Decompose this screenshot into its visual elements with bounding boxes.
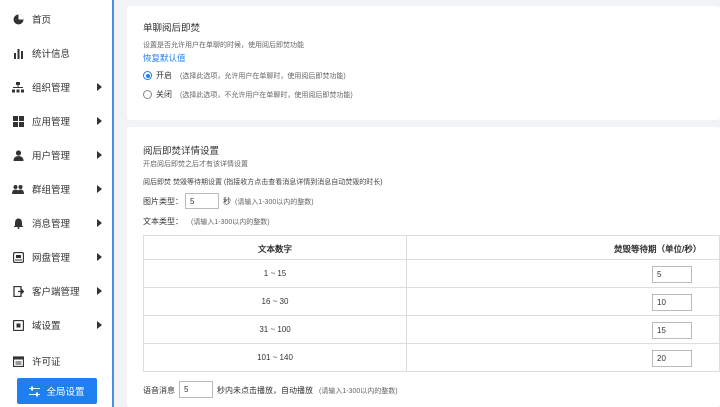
caret-right-icon (97, 287, 102, 295)
license-icon (12, 355, 24, 367)
caret-right-icon (97, 219, 102, 227)
sidebar-item-apps[interactable]: 应用管理 (0, 104, 112, 138)
reset-default-link[interactable]: 恢复默认值 (143, 52, 186, 64)
burn-detail-panel: 阅后即焚详情设置 开启阅后即焚之后才有该详情设置 阅后即焚 焚毁等待期设置 (指… (127, 127, 720, 407)
sidebar-item-label: 客户端管理 (32, 287, 80, 298)
radio-unchecked-icon (143, 90, 152, 99)
caret-right-icon (97, 185, 102, 193)
sidebar-item-label: 组织管理 (32, 83, 71, 94)
burn-detail-title: 阅后即焚详情设置 (143, 146, 220, 157)
sidebar-item-users[interactable]: 用户管理 (0, 138, 112, 172)
apps-grid-icon (12, 115, 24, 127)
user-icon (12, 149, 24, 161)
table-header: 文本数字 焚毁等待期（单位/秒） (144, 236, 719, 260)
radio-disable[interactable]: 关闭 (选择此选项，不允许用户在单聊时，使用阅后即焚功能) (143, 89, 353, 100)
range-cell: 1 ~ 15 (263, 269, 287, 278)
voice-label: 语音消息 (143, 386, 175, 395)
range-cell: 101 ~ 140 (257, 353, 293, 362)
wait-input[interactable]: 10 (652, 294, 692, 311)
sidebar-item-netdisk[interactable]: 网盘管理 (0, 240, 112, 274)
image-hint: (请输入1-300以内的整数) (235, 199, 314, 206)
image-type-label: 图片类型： (143, 197, 183, 206)
radio-enable[interactable]: 开启 (选择此选项，允许用户在单聊时，使用阅后即焚功能) (143, 70, 346, 81)
radio-enable-label: 开启 (156, 71, 172, 80)
table-row: 101 ~ 140 20 (144, 344, 719, 372)
col-header-text-count: 文本数字 (257, 244, 292, 254)
voice-suffix: 秒内未点击播放，自动播放 (217, 386, 313, 395)
sidebar-item-messages[interactable]: 消息管理 (0, 206, 112, 240)
global-settings-button[interactable]: 全局设置 (17, 378, 97, 404)
sidebar-item-label: 首页 (32, 15, 52, 26)
bar-chart-icon (12, 47, 24, 59)
sidebar-item-label: 用户管理 (32, 151, 71, 162)
text-type-label: 文本类型： (143, 217, 183, 226)
home-icon (12, 13, 24, 25)
sidebar-item-label: 群组管理 (32, 185, 71, 196)
voice-hint: (请输入1-300以内的整数) (319, 388, 398, 395)
burn-chat-title: 单聊阅后即焚 (143, 23, 201, 34)
sidebar-item-domain[interactable]: 域设置 (0, 308, 112, 342)
radio-enable-hint: (选择此选项，允许用户在单聊时，使用阅后即焚功能) (180, 72, 346, 80)
bell-icon (12, 217, 24, 229)
sidebar-item-label: 统计信息 (32, 49, 71, 60)
table-row: 31 ~ 100 15 (144, 316, 719, 344)
voice-seconds-input[interactable]: 5 (179, 381, 213, 398)
caret-right-icon (97, 321, 102, 329)
wait-input[interactable]: 5 (652, 266, 692, 283)
client-icon (12, 285, 24, 297)
wait-input[interactable]: 15 (652, 322, 692, 339)
col-header-wait: 焚毁等待期（单位/秒） (614, 244, 702, 254)
table-row: 1 ~ 15 5 (144, 260, 719, 288)
sidebar-item-label: 网盘管理 (32, 253, 71, 264)
sidebar-item-label: 许可证 (32, 357, 61, 368)
global-settings-label: 全局设置 (46, 387, 85, 398)
sidebar-item-label: 域设置 (32, 321, 61, 332)
caret-right-icon (97, 253, 102, 261)
domain-icon (12, 319, 24, 331)
image-seconds-input[interactable]: 5 (185, 193, 219, 209)
sidebar-item-home[interactable]: 首页 (0, 2, 112, 36)
text-hint: (请输入1-300以内的整数) (191, 219, 270, 226)
radio-checked-icon (143, 71, 152, 80)
disk-icon (12, 251, 24, 263)
table-row: 16 ~ 30 10 (144, 288, 719, 316)
org-tree-icon (12, 81, 24, 93)
settings-sliders-icon (29, 386, 41, 397)
caret-right-icon (97, 151, 102, 159)
sidebar-item-clients[interactable]: 客户端管理 (0, 274, 112, 308)
text-wait-table: 文本数字 焚毁等待期（单位/秒） 1 ~ 15 5 16 ~ 30 10 31 … (143, 235, 720, 372)
sidebar-item-license[interactable]: 许可证 (0, 344, 112, 378)
wait-input[interactable]: 20 (652, 350, 692, 367)
burn-chat-panel: 单聊阅后即焚 设置是否允许用户在单聊的时候，使用阅后即焚功能 恢复默认值 开启 … (127, 6, 720, 120)
group-icon (12, 183, 24, 195)
burn-detail-desc: 开启阅后即焚之后才有该详情设置 (143, 161, 248, 168)
sidebar-item-label: 应用管理 (32, 117, 71, 128)
image-unit-label: 秒 (223, 197, 231, 206)
sidebar-item-org[interactable]: 组织管理 (0, 70, 112, 104)
sidebar-item-stats[interactable]: 统计信息 (0, 36, 112, 70)
app-root: 首页 统计信息 组织管理 应用管理 用户管理 群组管理 消息管理 网盘管理 客户… (0, 0, 720, 407)
wait-setting-text: 阅后即焚 焚毁等待期设置 (指接收方点击查看消息详情到消息自动焚毁的时长) (143, 179, 383, 186)
range-cell: 16 ~ 30 (261, 297, 289, 306)
burn-chat-desc: 设置是否允许用户在单聊的时候，使用阅后即焚功能 (143, 42, 304, 49)
radio-disable-hint: (选择此选项，不允许用户在单聊时，使用阅后即焚功能) (180, 91, 353, 99)
sidebar: 首页 统计信息 组织管理 应用管理 用户管理 群组管理 消息管理 网盘管理 客户… (0, 0, 114, 407)
caret-right-icon (97, 83, 102, 91)
sidebar-item-groups[interactable]: 群组管理 (0, 172, 112, 206)
range-cell: 31 ~ 100 (259, 325, 291, 334)
caret-right-icon (97, 117, 102, 125)
sidebar-item-label: 消息管理 (32, 219, 71, 230)
radio-disable-label: 关闭 (156, 90, 172, 99)
